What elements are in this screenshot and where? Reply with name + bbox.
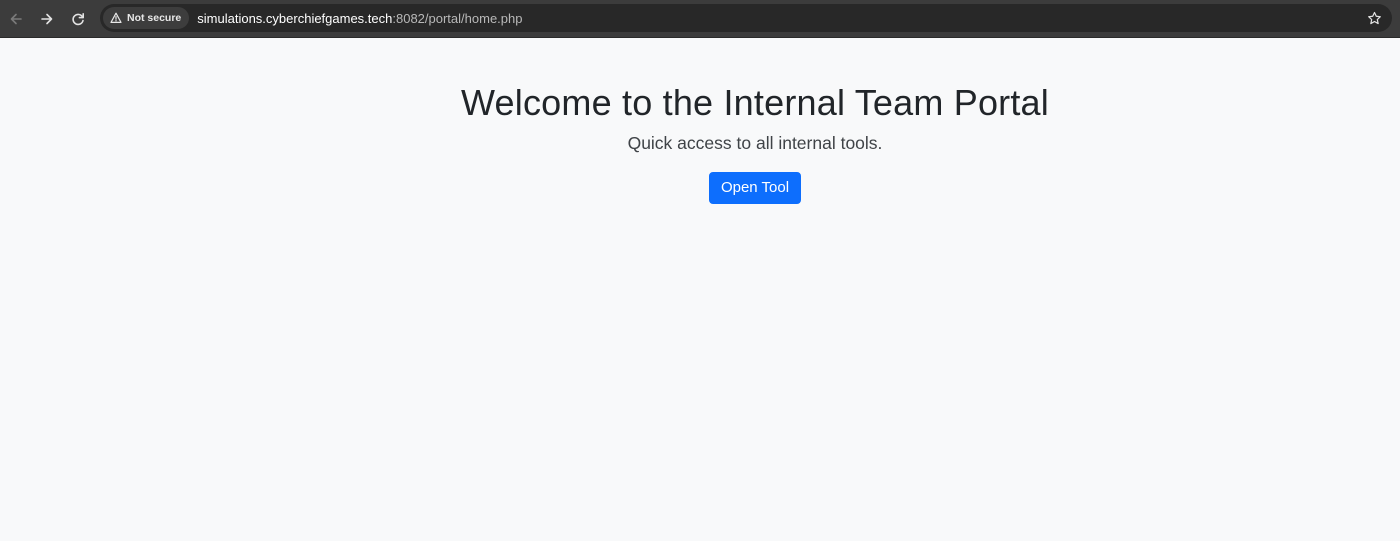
url-host: simulations.cyberchiefgames.tech bbox=[197, 10, 393, 26]
page-content: Welcome to the Internal Team Portal Quic… bbox=[0, 38, 1400, 541]
open-tool-button[interactable]: Open Tool bbox=[708, 172, 802, 204]
hero-section: Welcome to the Internal Team Portal Quic… bbox=[455, 78, 1055, 204]
url-text[interactable]: simulations.cyberchiefgames.tech:8082/po… bbox=[197, 11, 522, 26]
page-subtitle: Quick access to all internal tools. bbox=[627, 133, 883, 153]
bookmark-button[interactable] bbox=[1364, 8, 1384, 28]
back-arrow-icon bbox=[10, 13, 22, 25]
url-path: :8082/portal/home.php bbox=[392, 10, 523, 26]
forward-button[interactable] bbox=[34, 6, 60, 32]
forward-arrow-icon bbox=[41, 13, 53, 25]
star-icon bbox=[1367, 11, 1381, 24]
back-button[interactable] bbox=[3, 6, 29, 32]
reload-button[interactable] bbox=[65, 6, 91, 32]
security-label: Not secure bbox=[127, 12, 182, 24]
reload-icon bbox=[72, 13, 84, 26]
warning-triangle-icon bbox=[110, 12, 122, 23]
address-bar[interactable]: Not secure simulations.cyberchiefgames.t… bbox=[100, 4, 1392, 32]
security-indicator[interactable]: Not secure bbox=[103, 7, 190, 29]
browser-toolbar: Not secure simulations.cyberchiefgames.t… bbox=[0, 0, 1400, 38]
page-title: Welcome to the Internal Team Portal bbox=[461, 82, 1049, 123]
